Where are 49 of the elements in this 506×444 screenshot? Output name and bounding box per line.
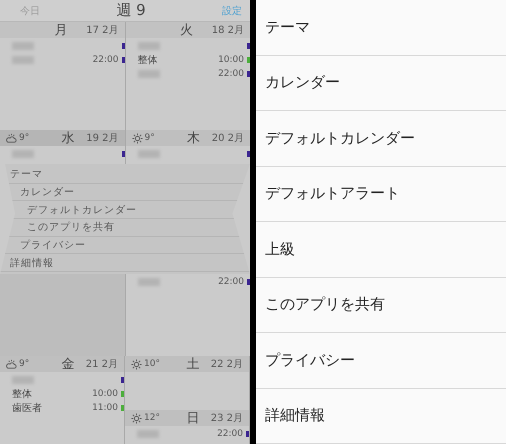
- settings-item[interactable]: テーマ: [256, 0, 506, 56]
- day-date: 22 2月: [210, 358, 243, 371]
- cloud-sun-icon: [6, 132, 17, 144]
- temperature: 9°: [19, 359, 30, 369]
- settings-item[interactable]: このアプリを共有: [256, 278, 506, 333]
- temperature: 9°: [144, 133, 155, 143]
- event-title: 整体: [12, 388, 32, 400]
- event-time: 22:00: [217, 428, 243, 438]
- day-name: 火: [179, 22, 194, 39]
- day-date: 20 2月: [212, 132, 244, 145]
- settings-item[interactable]: 詳細情報: [256, 388, 506, 444]
- day-name: 月: [54, 22, 69, 39]
- event-time: 22:00: [218, 276, 244, 286]
- day-date: 18 2月: [212, 24, 244, 37]
- day-name: 日: [185, 410, 200, 427]
- day-date: 23 2月: [210, 412, 243, 425]
- event-time: 22:00: [92, 54, 118, 64]
- week-title: 週 9: [116, 1, 146, 20]
- menu-item[interactable]: このアプリを共有: [0, 219, 250, 237]
- day-name: 木: [186, 130, 202, 147]
- menu-item[interactable]: 詳細情報: [0, 254, 250, 272]
- menu-item[interactable]: プライバシー: [0, 236, 250, 254]
- sun-icon: [131, 358, 142, 370]
- day-date: 21 2月: [86, 358, 118, 371]
- event-time: 22:00: [218, 68, 244, 78]
- sun-icon: [131, 412, 142, 424]
- day-name: 水: [60, 130, 76, 147]
- event-time: 10:00: [92, 388, 118, 398]
- temperature: 10°: [144, 359, 160, 369]
- temperature: 12°: [144, 413, 160, 423]
- menu-item[interactable]: テーマ: [0, 166, 250, 184]
- event-title: 歯医者: [12, 402, 42, 414]
- menu-item[interactable]: カレンダー: [0, 184, 250, 202]
- settings-item[interactable]: プライバシー: [256, 333, 506, 388]
- menu-item[interactable]: デフォルトカレンダー: [0, 201, 250, 220]
- day-date: 17 2月: [86, 24, 118, 37]
- settings-item[interactable]: カレンダー: [256, 56, 506, 111]
- day-name: 金: [60, 356, 76, 373]
- day-name: 土: [185, 356, 200, 373]
- event-time: 10:00: [218, 54, 244, 64]
- event-title: 整体: [138, 54, 158, 66]
- settings-item[interactable]: デフォルトカレンダー: [256, 111, 506, 166]
- day-date: 19 2月: [86, 132, 118, 145]
- sun-icon: [132, 132, 142, 144]
- event-time: 11:00: [92, 402, 118, 412]
- settings-item[interactable]: デフォルトアラート: [256, 166, 506, 222]
- cloud-sun-icon: [6, 358, 17, 370]
- settings-item[interactable]: 上級: [256, 222, 506, 278]
- temperature: 9°: [19, 133, 30, 143]
